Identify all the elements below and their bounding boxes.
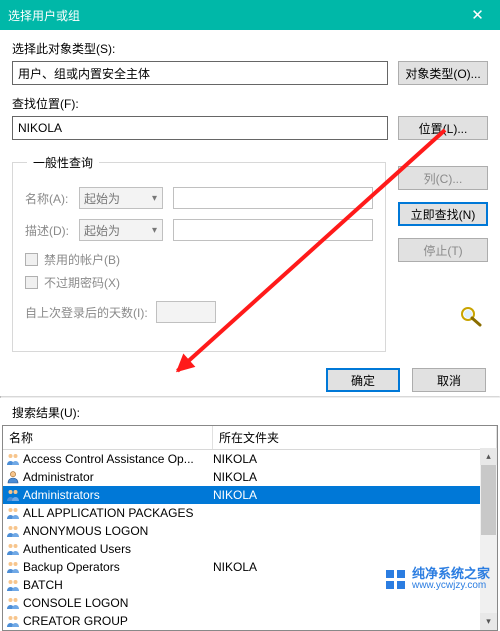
watermark: 纯净系统之家 www.ycwjzy.com xyxy=(385,567,490,592)
name-match-combo[interactable]: 起始为 xyxy=(79,187,163,209)
group-icon xyxy=(5,451,21,467)
cell-name: ALL APPLICATION PACKAGES xyxy=(5,505,213,521)
table-header: 名称 所在文件夹 xyxy=(3,426,497,450)
location-value: NIKOLA xyxy=(18,121,62,135)
table-row[interactable]: Authenticated Users xyxy=(3,540,497,558)
group-icon xyxy=(5,505,21,521)
window-title: 选择用户或组 xyxy=(8,7,80,24)
cell-name: Authenticated Users xyxy=(5,541,213,557)
results-table: 名称 所在文件夹 Access Control Assistance Op...… xyxy=(2,425,498,631)
checkbox-icon xyxy=(25,276,38,289)
desc-match-combo[interactable]: 起始为 xyxy=(79,219,163,241)
scroll-thumb[interactable] xyxy=(481,465,496,535)
table-row[interactable]: AdministratorNIKOLA xyxy=(3,468,497,486)
content-area: 选择此对象类型(S): 用户、组或内置安全主体 对象类型(O)... 查找位置(… xyxy=(0,30,500,358)
table-row[interactable]: ALL APPLICATION PACKAGES xyxy=(3,504,497,522)
table-row[interactable]: ANONYMOUS LOGON xyxy=(3,522,497,540)
watermark-logo-icon xyxy=(385,569,407,591)
cell-name: CONSOLE LOGON xyxy=(5,595,213,611)
group-icon xyxy=(5,559,21,575)
group-icon xyxy=(5,595,21,611)
common-queries-legend: 一般性查询 xyxy=(27,154,99,171)
disabled-accounts-checkbox[interactable]: 禁用的帐户(B) xyxy=(25,251,373,268)
group-icon xyxy=(5,541,21,557)
name-filter-label: 名称(A): xyxy=(25,190,79,207)
col-name-header[interactable]: 名称 xyxy=(3,426,213,449)
cell-folder: NIKOLA xyxy=(213,470,497,484)
common-queries-fieldset: 一般性查询 名称(A): 起始为 描述(D): 起始为 禁用的帐户(B) xyxy=(12,162,386,352)
object-types-button[interactable]: 对象类型(O)... xyxy=(398,61,488,85)
object-type-field[interactable]: 用户、组或内置安全主体 xyxy=(12,61,388,85)
cell-name: Administrators xyxy=(5,487,213,503)
titlebar: 选择用户或组 ✕ xyxy=(0,0,500,30)
object-type-label: 选择此对象类型(S): xyxy=(12,40,488,57)
non-expiring-checkbox[interactable]: 不过期密码(X) xyxy=(25,274,373,291)
close-icon: ✕ xyxy=(471,6,484,24)
group-icon xyxy=(5,577,21,593)
cell-name: Administrator xyxy=(5,469,213,485)
scroll-down-icon[interactable]: ▾ xyxy=(480,613,497,630)
desc-filter-label: 描述(D): xyxy=(25,222,79,239)
user-icon xyxy=(5,469,21,485)
checkbox-icon xyxy=(25,253,38,266)
vertical-scrollbar[interactable]: ▴ ▾ xyxy=(480,448,497,630)
group-icon xyxy=(5,487,21,503)
watermark-title: 纯净系统之家 xyxy=(412,567,490,580)
table-row[interactable]: Access Control Assistance Op...NIKOLA xyxy=(3,450,497,468)
days-since-spinner[interactable] xyxy=(156,301,216,323)
dialog-footer: 确定 取消 xyxy=(0,358,500,396)
cell-name: BATCH xyxy=(5,577,213,593)
table-row[interactable]: CREATOR GROUP xyxy=(3,612,497,630)
watermark-url: www.ycwjzy.com xyxy=(412,580,490,592)
cell-name: CREATOR GROUP xyxy=(5,613,213,629)
search-icon xyxy=(454,304,488,328)
table-row[interactable]: CONSOLE LOGON xyxy=(3,594,497,612)
table-body: Access Control Assistance Op...NIKOLAAdm… xyxy=(3,450,497,630)
scroll-up-icon[interactable]: ▴ xyxy=(480,448,497,465)
cell-name: Access Control Assistance Op... xyxy=(5,451,213,467)
results-label: 搜索结果(U): xyxy=(0,398,500,425)
name-filter-input[interactable] xyxy=(173,187,373,209)
find-now-button[interactable]: 立即查找(N) xyxy=(398,202,488,226)
cancel-button[interactable]: 取消 xyxy=(412,368,486,392)
table-row[interactable]: AdministratorsNIKOLA xyxy=(3,486,497,504)
location-field[interactable]: NIKOLA xyxy=(12,116,388,140)
object-type-value: 用户、组或内置安全主体 xyxy=(18,65,150,82)
cell-folder: NIKOLA xyxy=(213,452,497,466)
cell-name: ANONYMOUS LOGON xyxy=(5,523,213,539)
columns-button[interactable]: 列(C)... xyxy=(398,166,488,190)
ok-button[interactable]: 确定 xyxy=(326,368,400,392)
col-folder-header[interactable]: 所在文件夹 xyxy=(213,426,497,449)
group-icon xyxy=(5,523,21,539)
group-icon xyxy=(5,613,21,629)
location-label: 查找位置(F): xyxy=(12,95,488,112)
days-since-label: 自上次登录后的天数(I): xyxy=(25,304,148,321)
cell-name: Backup Operators xyxy=(5,559,213,575)
stop-button[interactable]: 停止(T) xyxy=(398,238,488,262)
close-button[interactable]: ✕ xyxy=(455,0,500,30)
cell-folder: NIKOLA xyxy=(213,488,497,502)
